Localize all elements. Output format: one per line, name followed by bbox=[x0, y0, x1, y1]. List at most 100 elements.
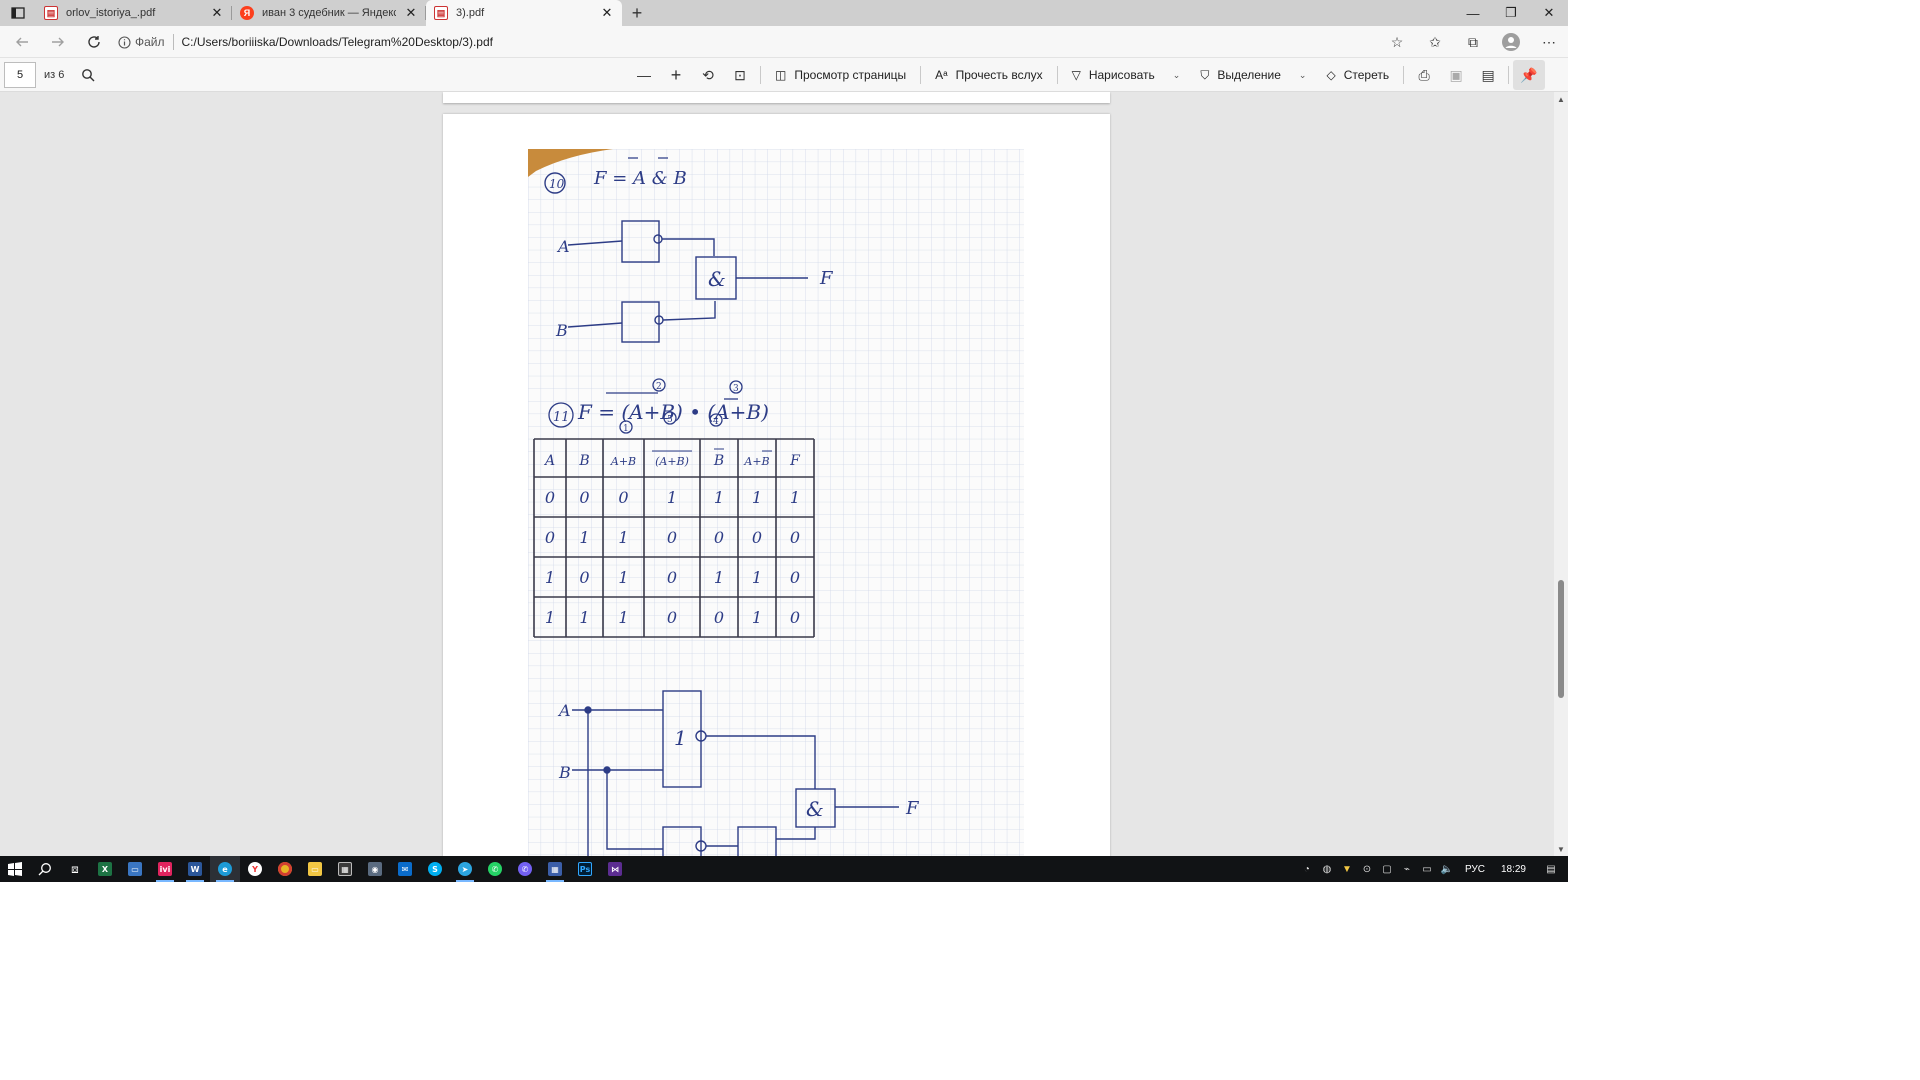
taskbar-camera[interactable]: ◉ bbox=[360, 856, 390, 882]
tray-app2-icon[interactable]: ⊙ bbox=[1357, 856, 1377, 882]
fit-width-icon: ⊡ bbox=[734, 66, 746, 83]
restore-button[interactable]: ❐ bbox=[1492, 0, 1530, 26]
taskbar-whatsapp[interactable]: ✆ bbox=[480, 856, 510, 882]
settings-more-button[interactable]: ⋯ bbox=[1530, 26, 1568, 58]
new-tab-button[interactable]: + bbox=[622, 0, 652, 26]
save-icon: ▣ bbox=[1449, 66, 1463, 83]
favorites-button[interactable]: ✩ bbox=[1416, 26, 1454, 58]
close-window-button[interactable]: ✕ bbox=[1530, 0, 1568, 26]
chevron-down-icon[interactable]: ⌄ bbox=[1299, 70, 1307, 81]
tray-network-app-icon[interactable]: ◍ bbox=[1317, 856, 1337, 882]
add-favorite-button[interactable]: ☆ bbox=[1378, 26, 1416, 58]
table-cell: 0 bbox=[579, 568, 589, 587]
draw-button[interactable]: ▽ Нарисовать ⌄ bbox=[1062, 60, 1191, 90]
scrollbar-thumb[interactable] bbox=[1558, 580, 1564, 698]
windows-logo-icon bbox=[8, 862, 22, 876]
profile-button[interactable] bbox=[1492, 26, 1530, 58]
file-explorer-icon: ▭ bbox=[308, 862, 322, 876]
taskbar-calendar[interactable]: ▦ bbox=[540, 856, 570, 882]
taskbar-search-button[interactable] bbox=[30, 856, 60, 882]
rotate-button[interactable]: ⟲ bbox=[692, 60, 724, 90]
page-number-input[interactable]: 5 bbox=[4, 61, 36, 88]
table-cell: 1 bbox=[667, 488, 677, 507]
taskbar-store[interactable]: ▦ bbox=[330, 856, 360, 882]
taskbar-word[interactable]: W bbox=[180, 856, 210, 882]
divider bbox=[1056, 66, 1058, 84]
notification-icon: ▤ bbox=[1546, 863, 1556, 875]
taskbar-yandex-browser[interactable]: Y bbox=[240, 856, 270, 882]
table-header: (A+B) bbox=[655, 455, 689, 468]
pdf-page: 10 F = A & B A B & F 11 F = (A+B) • (A+B… bbox=[443, 114, 1110, 856]
erase-button[interactable]: ◇ Стереть bbox=[1316, 60, 1399, 90]
taskbar-telegram[interactable]: ➤ bbox=[450, 856, 480, 882]
step-number: 3 bbox=[733, 384, 739, 394]
find-button[interactable] bbox=[72, 60, 104, 90]
taskbar-ivi[interactable]: ivi bbox=[150, 856, 180, 882]
taskbar-file-explorer[interactable]: ▭ bbox=[300, 856, 330, 882]
taskbar-viber[interactable]: ✆ bbox=[510, 856, 540, 882]
task-view-button[interactable]: ⧈ bbox=[60, 856, 90, 882]
zoom-out-button[interactable]: — bbox=[628, 60, 660, 90]
language-indicator[interactable]: РУС bbox=[1457, 864, 1493, 875]
table-cell: 1 bbox=[752, 608, 762, 627]
clock[interactable]: 18:29 bbox=[1493, 864, 1534, 875]
store-icon: ▦ bbox=[338, 862, 352, 876]
tray-app-icon[interactable]: ◔ bbox=[1297, 856, 1317, 882]
app-icon: ▭ bbox=[128, 862, 142, 876]
tab-3-pdf[interactable]: ▤ 3).pdf ✕ bbox=[426, 0, 622, 26]
fit-page-button[interactable]: ⊡ bbox=[724, 60, 756, 90]
refresh-button[interactable] bbox=[76, 26, 112, 58]
taskbar-excel[interactable]: X bbox=[90, 856, 120, 882]
tab-yandex-search[interactable]: Я иван 3 судебник — Яндекс: наш ✕ bbox=[232, 0, 426, 26]
taskbar-photoshop[interactable]: Ps bbox=[570, 856, 600, 882]
volume-icon[interactable]: 🔈 bbox=[1437, 856, 1457, 882]
close-tab-icon[interactable]: ✕ bbox=[404, 5, 418, 21]
back-button[interactable] bbox=[4, 26, 40, 58]
start-button[interactable] bbox=[0, 856, 30, 882]
save-as-button[interactable]: ▤ bbox=[1472, 60, 1504, 90]
tab-actions-button[interactable] bbox=[0, 0, 36, 26]
table-cell: 0 bbox=[752, 528, 762, 547]
action-center-button[interactable]: ▤ bbox=[1534, 856, 1568, 882]
collections-button[interactable]: ⧉ bbox=[1454, 26, 1492, 58]
table-cell: 0 bbox=[618, 488, 628, 507]
tab-orlov[interactable]: ▤ orlov_istoriya_.pdf ✕ bbox=[36, 0, 232, 26]
scroll-down-arrow-icon[interactable]: ▼ bbox=[1554, 842, 1568, 856]
info-icon bbox=[118, 35, 131, 49]
page-count: из 6 bbox=[44, 68, 65, 81]
taskbar-edge[interactable]: e bbox=[210, 856, 240, 882]
close-tab-icon[interactable]: ✕ bbox=[600, 5, 614, 21]
omnibox[interactable]: Файл C:/Users/boriiiska/Downloads/Telegr… bbox=[118, 30, 1398, 54]
read-aloud-button[interactable]: Aᵃ Прочесть вслух bbox=[925, 60, 1052, 90]
pin-toolbar-button[interactable]: 📌 bbox=[1513, 60, 1546, 90]
page-view-button[interactable]: ◫ Просмотр страницы bbox=[765, 60, 916, 90]
favorites-icon: ✩ bbox=[1429, 33, 1441, 50]
print-button[interactable]: ⎙ bbox=[1408, 60, 1440, 90]
site-info-button[interactable]: Файл bbox=[118, 34, 174, 50]
taskbar-visual-studio[interactable]: ⋈ bbox=[600, 856, 630, 882]
pdf-viewer[interactable]: 10 F = A & B A B & F 11 F = (A+B) • (A+B… bbox=[0, 92, 1554, 856]
tray-network-icon[interactable]: ⌁ bbox=[1397, 856, 1417, 882]
close-tab-icon[interactable]: ✕ bbox=[210, 5, 224, 21]
highlight-button[interactable]: ⛉ Выделение ⌄ bbox=[1190, 60, 1316, 90]
taskbar-skype[interactable]: S bbox=[420, 856, 450, 882]
taskbar-mail[interactable]: ✉ bbox=[390, 856, 420, 882]
battery-icon[interactable]: ▭ bbox=[1417, 856, 1437, 882]
forward-button[interactable] bbox=[40, 26, 76, 58]
table-cell: 1 bbox=[579, 608, 589, 627]
input-label-a: A bbox=[557, 701, 571, 720]
table-header: F bbox=[789, 453, 801, 469]
minimize-button[interactable]: — bbox=[1454, 0, 1492, 26]
minus-icon: — bbox=[637, 67, 651, 83]
save-button[interactable]: ▣ bbox=[1440, 60, 1472, 90]
telegram-icon: ➤ bbox=[458, 862, 472, 876]
tray-display-icon[interactable]: ▢ bbox=[1377, 856, 1397, 882]
taskbar-app[interactable]: ▭ bbox=[120, 856, 150, 882]
tray-warning-icon[interactable]: ▼ bbox=[1337, 856, 1357, 882]
vertical-scrollbar[interactable]: ▲ ▼ bbox=[1554, 92, 1568, 856]
zoom-in-button[interactable]: + bbox=[660, 60, 692, 90]
url-text[interactable]: C:/Users/boriiiska/Downloads/Telegram%20… bbox=[182, 35, 493, 49]
scroll-up-arrow-icon[interactable]: ▲ bbox=[1554, 92, 1568, 106]
chevron-down-icon[interactable]: ⌄ bbox=[1173, 70, 1181, 81]
taskbar-chrome[interactable] bbox=[270, 856, 300, 882]
